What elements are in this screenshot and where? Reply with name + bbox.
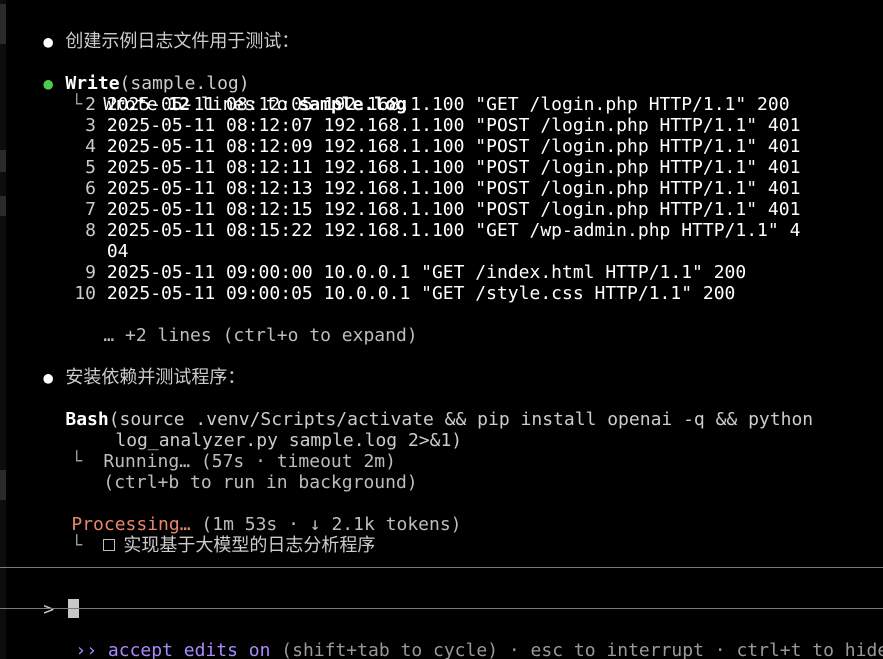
file-preview-line: 7 2025-05-11 08:12:15 192.168.1.100 "POS… bbox=[0, 199, 800, 220]
file-preview-line: 9 2025-05-11 09:00:00 10.0.0.1 "GET /ind… bbox=[0, 262, 746, 283]
line-number: 6 bbox=[85, 178, 96, 199]
assistant-message-install: ● 安装依赖并测试程序： bbox=[0, 346, 245, 388]
line-number: 8 bbox=[85, 220, 96, 241]
line-number: 4 bbox=[85, 136, 96, 157]
prompt-top-divider bbox=[0, 567, 883, 568]
line-number: 10 bbox=[74, 283, 96, 304]
file-preview-line: 2 2025-05-11 08:12:05 192.168.1.100 "GET… bbox=[0, 94, 790, 115]
tool-args-continuation: log_analyzer.py sample.log 2>&1) bbox=[0, 409, 462, 451]
log-entry-text: 2025-05-11 08:15:22 192.168.1.100 "GET /… bbox=[106, 220, 801, 241]
todo-item: └ 实现基于大模型的日志分析程序 bbox=[0, 514, 375, 556]
log-entry-text: 2025-05-11 09:00:05 10.0.0.1 "GET /style… bbox=[106, 283, 736, 304]
message-text: 安装依赖并测试程序： bbox=[65, 367, 246, 388]
terminal-window: ● 创建示例日志文件用于测试： ● Write(sample.log) └ Wrote… bbox=[0, 0, 883, 659]
log-entry-text: 2025-05-11 08:12:07 192.168.1.100 "POST … bbox=[106, 115, 801, 136]
log-entry-text: 2025-05-11 08:12:13 192.168.1.100 "POST … bbox=[106, 178, 801, 199]
file-preview-line: 3 2025-05-11 08:12:07 192.168.1.100 "POS… bbox=[0, 115, 800, 136]
log-entry-text: 2025-05-11 08:12:09 192.168.1.100 "POST … bbox=[106, 136, 801, 157]
bash-background-hint-text: (ctrl+b to run in background) bbox=[103, 472, 418, 493]
message-bullet-icon: ● bbox=[43, 368, 53, 387]
prompt-bottom-divider bbox=[0, 608, 883, 609]
tool-call-bash: Bash(source .venv/Scripts/activate && pi… bbox=[0, 388, 813, 430]
message-text: 创建示例日志文件用于测试： bbox=[65, 31, 300, 52]
log-entry-text: 2025-05-11 08:12:15 192.168.1.100 "POST … bbox=[106, 199, 801, 220]
line-number: 9 bbox=[85, 262, 96, 283]
expand-hint[interactable]: … +2 lines (ctrl+o to expand) bbox=[0, 304, 417, 346]
todo-text: 实现基于大模型的日志分析程序 bbox=[123, 535, 376, 556]
log-entry-text: 04 bbox=[106, 241, 129, 262]
bash-status: └ Running… (57s · timeout 2m) bbox=[0, 430, 396, 472]
message-bullet-icon: ● bbox=[43, 32, 53, 51]
file-preview-line: 6 2025-05-11 08:12:13 192.168.1.100 "POS… bbox=[0, 178, 800, 199]
line-number: 2 bbox=[85, 94, 96, 115]
tree-corner-icon: └ bbox=[71, 535, 83, 556]
mode-arrows-icon: ›› bbox=[75, 640, 98, 659]
prompt-caret: > bbox=[43, 599, 55, 620]
file-preview-line: 10 2025-05-11 09:00:05 10.0.0.1 "GET /st… bbox=[0, 283, 735, 304]
line-number: 3 bbox=[85, 115, 96, 136]
file-preview-line: 8 2025-05-11 08:15:22 192.168.1.100 "GET… bbox=[0, 220, 800, 241]
tool-result-summary: └ Wrote 12 lines to sample.log bbox=[0, 73, 406, 115]
expand-hint-text: … +2 lines (ctrl+o to expand) bbox=[103, 325, 418, 346]
line-number: 5 bbox=[85, 157, 96, 178]
file-preview-line: 5 2025-05-11 08:12:11 192.168.1.100 "POS… bbox=[0, 157, 800, 178]
accept-edits-mode[interactable]: accept edits on bbox=[108, 640, 271, 659]
bash-background-hint: (ctrl+b to run in background) bbox=[0, 451, 417, 493]
processing-status: Processing… (1m 53s · ↓ 2.1k tokens) bbox=[0, 493, 461, 535]
file-preview-line: 4 2025-05-11 08:12:09 192.168.1.100 "POS… bbox=[0, 136, 800, 157]
unchecked-box-icon bbox=[103, 539, 116, 551]
status-footer: ›› accept edits on (shift+tab to cycle) … bbox=[0, 619, 883, 659]
prompt-input[interactable]: > bbox=[0, 578, 80, 620]
tool-call-write: ● Write(sample.log) bbox=[0, 52, 249, 94]
log-entry-text: 2025-05-11 08:12:11 192.168.1.100 "POST … bbox=[106, 157, 801, 178]
assistant-message-create-sample: ● 创建示例日志文件用于测试： bbox=[0, 10, 299, 52]
line-number: 7 bbox=[85, 199, 96, 220]
file-preview-line: 04 bbox=[0, 241, 129, 262]
log-entry-text: 2025-05-11 09:00:00 10.0.0.1 "GET /index… bbox=[106, 262, 747, 283]
footer-hint: (shift+tab to cycle) · esc to interrupt … bbox=[270, 640, 883, 659]
log-entry-text: 2025-05-11 08:12:05 192.168.1.100 "GET /… bbox=[106, 94, 790, 115]
